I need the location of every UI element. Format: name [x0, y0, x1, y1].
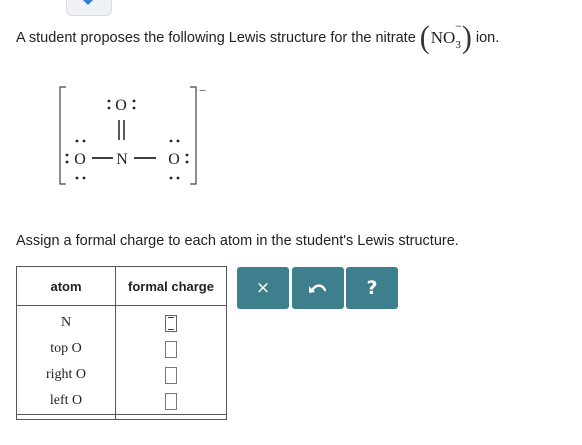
- atom-column-header: atom: [16, 266, 116, 306]
- lone-pair-dot: [132, 106, 136, 110]
- formal-charge-input-right-o[interactable]: [165, 366, 177, 384]
- formal-charge-column-header: formal charge: [115, 266, 227, 306]
- lone-pair-dot: [176, 176, 180, 180]
- formal-charge-input-top-o[interactable]: [165, 340, 177, 358]
- formal-charge-input-left-o[interactable]: [165, 392, 177, 410]
- lone-pair-dot: [82, 176, 86, 180]
- lone-pair-dot: [169, 139, 173, 143]
- atom-left-o: O: [74, 151, 86, 168]
- undo-button[interactable]: [292, 267, 344, 309]
- close-icon: ×: [255, 278, 271, 298]
- lone-pair-dot: [185, 160, 189, 164]
- instruction-text: Assign a formal charge to each atom in t…: [16, 233, 459, 249]
- formula-subscript: 3: [455, 39, 461, 51]
- undo-icon: [309, 284, 327, 293]
- collapse-tab[interactable]: [66, 0, 112, 16]
- help-button[interactable]: ?: [346, 267, 398, 309]
- lone-pair-dot: [107, 106, 111, 110]
- table-row: N: [16, 310, 227, 336]
- lone-pair-dot: [107, 99, 111, 103]
- left-bracket: [59, 86, 66, 185]
- table-header-row: atom formal charge: [16, 266, 227, 306]
- atom-cell: left O: [16, 388, 116, 415]
- formula-superscript: −: [455, 19, 462, 33]
- question-suffix: ion.: [475, 30, 500, 46]
- atom-right-o: O: [168, 151, 180, 168]
- atom-center-n: N: [116, 151, 128, 168]
- nitrate-formula: ( NO3 − ): [419, 19, 472, 55]
- help-icon: ?: [366, 277, 378, 299]
- lone-pair-dot: [65, 160, 69, 164]
- formal-charge-table: atom formal charge N top O right O left …: [16, 266, 227, 420]
- clear-button[interactable]: ×: [237, 267, 289, 309]
- lone-pair-dot: [75, 176, 79, 180]
- question-prefix: A student proposes the following Lewis s…: [16, 30, 416, 46]
- lone-pair-dot: [132, 99, 136, 103]
- atom-top-o: O: [115, 97, 127, 114]
- lone-pair-dot: [185, 153, 189, 157]
- ion-charge: −: [199, 83, 206, 98]
- table-row: left O: [16, 388, 227, 415]
- atom-cell: N: [16, 310, 116, 336]
- lone-pair-dot: [75, 139, 79, 143]
- atom-cell: top O: [16, 336, 116, 362]
- formal-charge-input-n[interactable]: [165, 314, 177, 332]
- right-bracket: [190, 86, 197, 185]
- lewis-structure: − O O N O: [59, 83, 206, 185]
- table-row: right O: [16, 362, 227, 388]
- atom-cell: right O: [16, 362, 116, 388]
- formula-main: NO: [430, 28, 456, 47]
- table-row: top O: [16, 336, 227, 362]
- chevron-down-icon: [83, 0, 93, 5]
- lone-pair-dot: [65, 153, 69, 157]
- lone-pair-dot: [176, 139, 180, 143]
- lone-pair-dot: [169, 176, 173, 180]
- question-text: A student proposes the following Lewis s…: [16, 19, 500, 55]
- lone-pair-dot: [82, 139, 86, 143]
